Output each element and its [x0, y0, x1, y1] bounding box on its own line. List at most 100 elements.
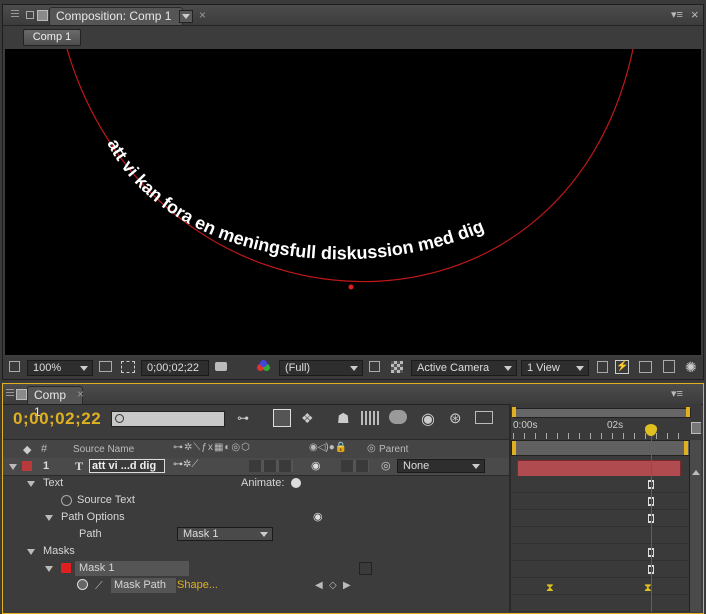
text-twirl-icon[interactable]	[27, 481, 35, 487]
panel-menu-icon[interactable]: ▾≡	[671, 387, 683, 400]
toggle-pixel-aspect-icon[interactable]	[597, 361, 608, 373]
layer-duration-bar[interactable]	[517, 460, 681, 477]
number-column-header: #	[41, 443, 48, 455]
close-tab-icon[interactable]: ×	[199, 8, 206, 22]
layer-shy-switch-icon[interactable]: ⊶✲⟋	[173, 459, 198, 470]
source-name-column-header[interactable]: Source Name	[73, 444, 134, 455]
masks-twirl-icon[interactable]	[27, 549, 35, 555]
panel-grip-icon[interactable]	[6, 389, 14, 398]
property-path-options-row[interactable]: Path Options ◉	[7, 509, 509, 526]
parent-pickwhip-icon[interactable]: ◎	[381, 459, 391, 472]
property-source-text-row[interactable]: Source Text	[7, 492, 509, 509]
resolution-value: (Full)	[285, 362, 311, 374]
work-area-start[interactable]	[512, 441, 516, 455]
timeline-icon[interactable]	[639, 361, 652, 373]
snapshot-icon[interactable]	[215, 362, 227, 371]
comp-button-icon[interactable]	[691, 422, 701, 434]
tab-composition-label: Composition: Comp 1	[56, 9, 172, 23]
layer-label-color[interactable]	[22, 461, 32, 471]
viewer-timecode: 0;00;02;22	[147, 362, 199, 374]
tab-dropdown-icon[interactable]	[179, 10, 193, 23]
safe-margins-icon[interactable]	[121, 361, 135, 373]
animate-menu-icon[interactable]	[291, 478, 301, 488]
live-update-icon[interactable]	[273, 409, 291, 427]
timecode-field[interactable]: 0;00;02;22	[141, 360, 209, 376]
property-path-row[interactable]: Path Mask 1	[7, 526, 509, 543]
camera-dropdown[interactable]: Active Camera	[411, 360, 517, 376]
label-tag-icon[interactable]: ◆	[23, 443, 31, 456]
motion-blur-icon[interactable]	[389, 410, 407, 424]
path-options-eye-icon[interactable]: ◉	[313, 509, 323, 526]
mask1-color-swatch[interactable]	[61, 563, 71, 573]
timeline-vertical-scrollbar[interactable]	[689, 440, 701, 612]
layer-search-input[interactable]	[128, 412, 226, 428]
flowchart-icon[interactable]	[663, 360, 675, 373]
animate-label: Animate:	[241, 477, 285, 489]
mask-inverted-checkbox[interactable]	[359, 562, 372, 575]
work-area-end[interactable]	[684, 441, 688, 455]
graph-curve-icon[interactable]: ⟋	[95, 578, 103, 595]
path-dropdown[interactable]: Mask 1	[177, 527, 273, 541]
scroll-up-arrow-icon[interactable]	[692, 470, 700, 475]
layer-row[interactable]: 1 T att vi ...d dig ⊶✲⟋ ◉ ◎ None	[3, 458, 509, 476]
lock-icon[interactable]	[26, 11, 34, 19]
parent-dropdown[interactable]: None	[397, 459, 485, 473]
hide-shy-layers-icon[interactable]: ☗	[337, 410, 350, 427]
graph-editor-icon[interactable]: ◉	[421, 409, 435, 429]
mask-path-keyframe-1[interactable]: ⧗	[546, 582, 554, 595]
time-ruler[interactable]: 0:00s 02s	[511, 418, 689, 441]
draft-3d-icon[interactable]: ❖	[301, 410, 314, 427]
show-channel-icon[interactable]	[257, 360, 273, 374]
property-masks-row[interactable]: Masks	[7, 543, 509, 560]
next-keyframe-icon[interactable]: ▶	[343, 577, 351, 594]
grid-icon[interactable]	[99, 361, 112, 372]
av-features-header-icons: ◉◁)●🔒	[309, 442, 348, 453]
zoom-dropdown[interactable]: 100%	[27, 360, 93, 376]
current-time-display[interactable]: 0;00;02;22	[13, 409, 101, 429]
navigator-end-handle[interactable]	[686, 407, 690, 417]
panel-grip-icon[interactable]	[11, 10, 19, 19]
timeline-area: 0:00s 02s ⧗ ⧗	[511, 404, 701, 612]
layer-switch-boxes[interactable]	[249, 460, 293, 472]
mask-path-stopwatch-icon[interactable]	[77, 579, 88, 590]
auto-keyframe-icon[interactable]	[475, 411, 493, 424]
fast-previews-icon[interactable]: ⚡	[615, 360, 629, 374]
layer-search-field[interactable]	[111, 411, 226, 428]
navigator-start-handle[interactable]	[512, 407, 516, 417]
close-panel-icon[interactable]: ×	[691, 7, 699, 22]
brainstorm-icon[interactable]: ⊛	[449, 409, 462, 427]
resolution-dropdown[interactable]: (Full)	[279, 360, 363, 376]
property-mask1-row[interactable]: Mask 1	[7, 560, 509, 577]
layer-twirl-icon[interactable]	[9, 464, 17, 470]
work-area-bar[interactable]	[511, 440, 691, 456]
mask1-name-field[interactable]: Mask 1	[75, 561, 189, 576]
tab-timeline-comp1[interactable]: Comp 1	[27, 386, 83, 419]
comp-mini-flowchart-icon[interactable]: ⊶	[237, 411, 259, 425]
frame-blending-icon[interactable]	[361, 411, 379, 425]
mask1-twirl-icon[interactable]	[45, 566, 53, 572]
solo-lock-boxes[interactable]	[341, 460, 369, 472]
mask-path-shape-link[interactable]: Shape...	[177, 577, 218, 594]
time-navigator[interactable]	[512, 407, 691, 418]
property-mask-path-row[interactable]: ⟋ Mask Path Shape... ◀ ◇ ▶	[7, 577, 509, 594]
add-keyframe-icon[interactable]: ◇	[329, 577, 337, 594]
transparency-grid-icon[interactable]	[391, 361, 403, 373]
composition-viewer[interactable]: att vi kan fora en meningsfull diskussio…	[5, 49, 701, 355]
region-of-interest-icon[interactable]	[369, 361, 380, 372]
tab-composition[interactable]: Composition: Comp 1	[49, 7, 183, 25]
path-options-twirl-icon[interactable]	[45, 515, 53, 521]
stopwatch-icon[interactable]	[61, 495, 72, 506]
view-layout-dropdown[interactable]: 1 View	[521, 360, 589, 376]
panel-menu-icon[interactable]: ▾≡	[671, 8, 683, 21]
layer-name-field[interactable]: att vi ...d dig	[89, 459, 165, 473]
property-text-row[interactable]: Text Animate:	[7, 475, 509, 492]
close-tab-icon[interactable]: ×	[77, 387, 84, 401]
path-options-label: Path Options	[61, 511, 125, 523]
prev-keyframe-icon[interactable]: ◀	[315, 577, 323, 594]
breadcrumb-comp1[interactable]: Comp 1	[23, 29, 81, 46]
mask-vertex[interactable]	[348, 284, 354, 290]
video-visibility-eye-icon[interactable]: ◉	[311, 459, 321, 472]
exposure-icon[interactable]: ✺	[685, 359, 697, 376]
always-preview-icon[interactable]	[9, 361, 20, 372]
breadcrumb-label: Comp 1	[32, 31, 72, 43]
